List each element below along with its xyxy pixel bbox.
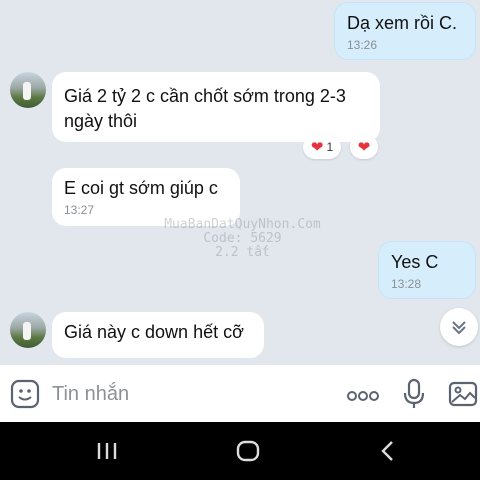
- message-time: 13:28: [391, 277, 422, 291]
- back-icon: [381, 441, 393, 461]
- sticker-button[interactable]: [10, 379, 40, 414]
- home-icon: [236, 440, 260, 462]
- system-navigation-bar: [0, 422, 480, 480]
- message-text: E coi gt sớm giúp c: [64, 178, 218, 198]
- message-time: 13:27: [64, 203, 95, 217]
- message-time: 13:26: [347, 38, 378, 52]
- voice-button[interactable]: [402, 378, 426, 415]
- reaction-badge[interactable]: ❤ 1: [303, 135, 341, 159]
- recent-apps-button[interactable]: [96, 441, 118, 466]
- message-text: Dạ xem rồi C.: [347, 13, 458, 33]
- microphone-icon: [403, 378, 425, 408]
- watermark: MuaBanDatQuyNhon.Com Code: 5629 2.2 tất: [164, 217, 321, 260]
- recent-apps-icon: [97, 443, 117, 459]
- scroll-down-button[interactable]: [440, 308, 478, 346]
- chat-area[interactable]: Dạ xem rồi C. 13:26 Giá 2 tỷ 2 c cần chố…: [0, 0, 480, 364]
- incoming-message[interactable]: Giá này c down hết cỡ: [52, 312, 264, 358]
- scroll-down-icon: [452, 321, 466, 335]
- message-input-bar: Tin nhắn: [0, 364, 480, 423]
- heart-icon: ❤: [357, 138, 371, 156]
- outgoing-message[interactable]: Dạ xem rồi C. 13:26: [334, 2, 476, 60]
- message-text: Giá 2 tỷ 2 c cần chốt sớm trong 2-3 ngày…: [64, 86, 346, 131]
- message-text: Yes C: [391, 252, 439, 272]
- add-reaction-button[interactable]: ❤: [350, 135, 378, 159]
- emoji-sticker-icon: [10, 379, 40, 409]
- incoming-message[interactable]: Giá 2 tỷ 2 c cần chốt sớm trong 2-3 ngày…: [52, 72, 380, 142]
- image-gallery-icon: [448, 381, 478, 407]
- more-button[interactable]: [346, 389, 380, 407]
- outgoing-message[interactable]: Yes C 13:28: [378, 241, 476, 299]
- more-dots-icon: [347, 391, 379, 401]
- gallery-button[interactable]: [448, 379, 478, 414]
- avatar[interactable]: [10, 312, 46, 348]
- message-text: Giá này c down hết cỡ: [64, 322, 244, 342]
- reaction-count: 1: [326, 140, 334, 154]
- home-button[interactable]: [236, 440, 260, 467]
- heart-icon: ❤: [310, 138, 324, 156]
- avatar[interactable]: [10, 72, 46, 108]
- back-button[interactable]: [380, 440, 396, 467]
- message-input[interactable]: Tin nhắn: [52, 383, 129, 406]
